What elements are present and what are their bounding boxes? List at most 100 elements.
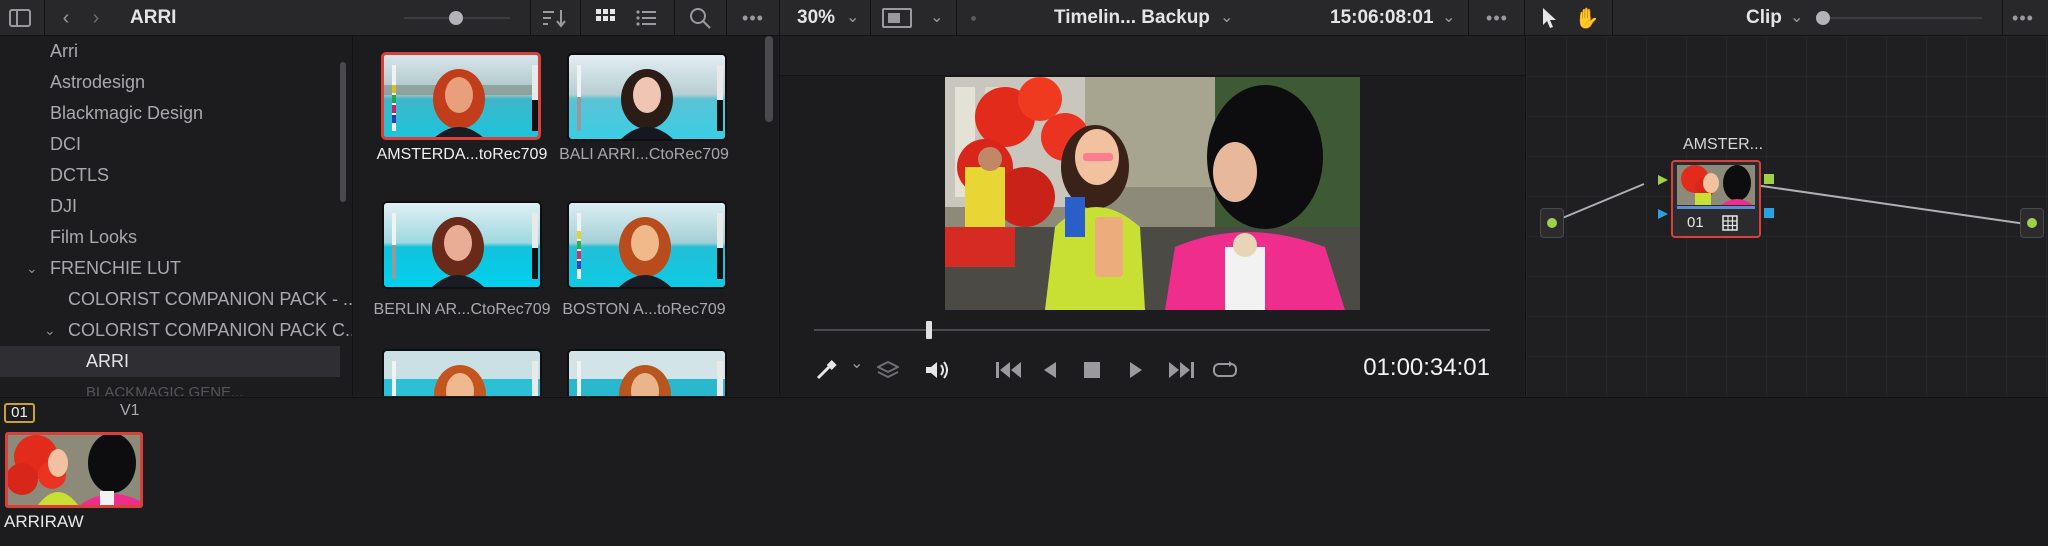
tree-item[interactable]: Astrodesign — [0, 67, 340, 98]
top-toolbar: ‹ › ARRI ••• 30% ⌄ ⌄ Timelin... Backup ⌄… — [0, 0, 2048, 36]
node-rgb-input-icon[interactable] — [1656, 174, 1670, 186]
tree-item[interactable]: Blackmagic Design — [0, 98, 340, 129]
viewer-options-icon[interactable]: ••• — [1482, 6, 1512, 30]
node-zoom-slider-knob[interactable] — [1816, 11, 1830, 25]
clip-timeline: 01 V1 ARRIRAW — [0, 397, 2048, 546]
viewer-mode-chevron-down-icon[interactable]: ⌄ — [930, 0, 943, 36]
input-port[interactable] — [1540, 208, 1564, 238]
eyedropper-icon[interactable] — [814, 358, 838, 382]
marker-dot-icon — [971, 16, 976, 21]
lut-thumbnail[interactable] — [567, 349, 727, 396]
chevron-down-icon[interactable]: ⌄ — [44, 315, 56, 346]
lut-thumbnail[interactable] — [567, 53, 727, 141]
stop-icon[interactable] — [1080, 358, 1104, 382]
tree-item-label: Blackmagic Design — [50, 103, 204, 123]
more-options-icon[interactable]: ••• — [738, 6, 768, 30]
tree-item-label: Arri — [50, 41, 78, 61]
lut-grid-icon — [1721, 214, 1739, 232]
back-arrow-icon[interactable]: ‹ — [56, 6, 76, 30]
viewer-frame[interactable] — [945, 77, 1360, 310]
tree-item-label: Film Looks — [50, 227, 138, 247]
viewer-header — [780, 36, 1525, 76]
lut-thumbnail-grid: AMSTERDA...toRec709 BALI ARRI...CtoRec70… — [352, 36, 778, 396]
lut-thumbnail[interactable] — [382, 349, 542, 396]
lut-thumbnail-selected[interactable] — [381, 52, 541, 140]
node-rgb-output-icon[interactable] — [1764, 174, 1774, 184]
viewer-mode-icon[interactable] — [882, 8, 912, 28]
node-mode[interactable]: Clip — [1746, 0, 1782, 36]
layers-icon[interactable] — [876, 358, 900, 382]
clip-thumbnail[interactable] — [5, 432, 143, 508]
zoom-chevron-down-icon[interactable]: ⌄ — [846, 0, 859, 36]
node-label: AMSTER... — [1683, 136, 1764, 153]
viewer-panel: ⌄ 01:00:34:01 — [779, 36, 1525, 396]
tree-item[interactable]: DCTLS — [0, 160, 340, 191]
tree-item[interactable]: Arri — [0, 36, 340, 67]
grid-view-icon[interactable] — [594, 6, 618, 30]
tree-item-colorist-pack[interactable]: ⌄ COLORIST COMPANION PACK C... — [0, 315, 352, 346]
tree-item-label: ARRI — [86, 351, 130, 371]
folder-title: ARRI — [130, 7, 177, 28]
clip-name: ARRIRAW — [4, 512, 84, 531]
eyedropper-chevron-down-icon[interactable]: ⌄ — [850, 346, 863, 382]
timeline-name[interactable]: Timelin... Backup — [1054, 0, 1210, 36]
zoom-level[interactable]: 30% — [797, 0, 835, 36]
timecode-chevron-down-icon[interactable]: ⌄ — [1442, 0, 1455, 36]
tree-scrollbar[interactable] — [340, 62, 346, 202]
playback-scrubber[interactable] — [814, 329, 1490, 331]
timeline-chevron-down-icon[interactable]: ⌄ — [1220, 0, 1233, 36]
node-key-output-icon[interactable] — [1764, 208, 1774, 218]
panel-toggle-icon[interactable] — [8, 6, 32, 30]
loop-icon[interactable] — [1210, 358, 1240, 382]
record-timecode: 15:06:08:01 — [1330, 7, 1434, 28]
chevron-down-icon[interactable]: ⌄ — [26, 253, 38, 284]
tree-item-label: DJI — [50, 196, 77, 216]
node-options-icon[interactable]: ••• — [2008, 6, 2038, 30]
tree-item-label: DCTLS — [50, 165, 110, 185]
lut-thumbnail[interactable] — [382, 201, 542, 289]
tree-item-label: FRENCHIE LUT — [50, 258, 182, 278]
forward-arrow-icon[interactable]: › — [86, 6, 106, 30]
tree-item[interactable]: Film Looks — [0, 222, 340, 253]
tree-item-label: Astrodesign — [50, 72, 146, 92]
lut-label: BERLIN AR...CtoRec709 — [373, 301, 551, 318]
tree-item[interactable]: COLORIST COMPANION PACK - ... — [0, 284, 352, 315]
node-zoom-slider[interactable] — [1822, 17, 1982, 19]
node-number: 01 — [1687, 214, 1704, 231]
tree-item-frenchie-lut[interactable]: ⌄ FRENCHIE LUT — [0, 253, 340, 284]
tree-item-label: COLORIST COMPANION PACK C... — [68, 320, 352, 340]
grid-scrollbar[interactable] — [765, 36, 773, 122]
play-reverse-icon[interactable] — [1038, 358, 1062, 382]
thumb-size-slider-knob[interactable] — [449, 11, 463, 25]
tree-item[interactable]: DJI — [0, 191, 340, 222]
sort-icon[interactable] — [540, 6, 568, 30]
tree-item-label: BLACKMAGIC GENE... — [86, 384, 244, 396]
lut-label: AMSTERDA...toRec709 — [376, 146, 548, 163]
node-mode-chevron-down-icon[interactable]: ⌄ — [1790, 0, 1803, 36]
clip-number-badge: 01 — [4, 403, 35, 423]
source-timecode: 01:00:34:01 — [1363, 354, 1490, 381]
skip-to-end-icon[interactable] — [1166, 358, 1196, 382]
search-icon[interactable] — [688, 6, 712, 30]
playhead[interactable] — [925, 321, 932, 339]
corrector-node[interactable]: 01 — [1671, 160, 1761, 238]
list-view-icon[interactable] — [634, 6, 658, 30]
tree-item[interactable]: DCI — [0, 129, 340, 160]
hand-tool-icon[interactable]: ✋ — [1574, 6, 1600, 30]
lut-label: BOSTON A...toRec709 — [562, 301, 726, 318]
skip-to-start-icon[interactable] — [994, 358, 1024, 382]
speaker-icon[interactable] — [924, 358, 950, 382]
output-port[interactable] — [2020, 208, 2044, 238]
node-editor[interactable]: AMSTER... 01 — [1525, 36, 2048, 396]
node-key-input-icon[interactable] — [1656, 208, 1670, 220]
node-progress-bar — [1677, 206, 1755, 209]
pointer-tool-icon[interactable] — [1538, 6, 1562, 30]
lut-folder-tree: Arri Astrodesign Blackmagic Design DCI D… — [0, 36, 352, 396]
tree-item-arri-selected[interactable]: ARRI — [0, 346, 340, 377]
tree-item-label: DCI — [50, 134, 81, 154]
play-icon[interactable] — [1124, 358, 1148, 382]
lut-thumbnail[interactable] — [567, 201, 727, 289]
tree-item-label: COLORIST COMPANION PACK - ... — [68, 289, 352, 309]
track-label: V1 — [120, 402, 140, 419]
tree-item[interactable]: BLACKMAGIC GENE... — [0, 377, 340, 396]
